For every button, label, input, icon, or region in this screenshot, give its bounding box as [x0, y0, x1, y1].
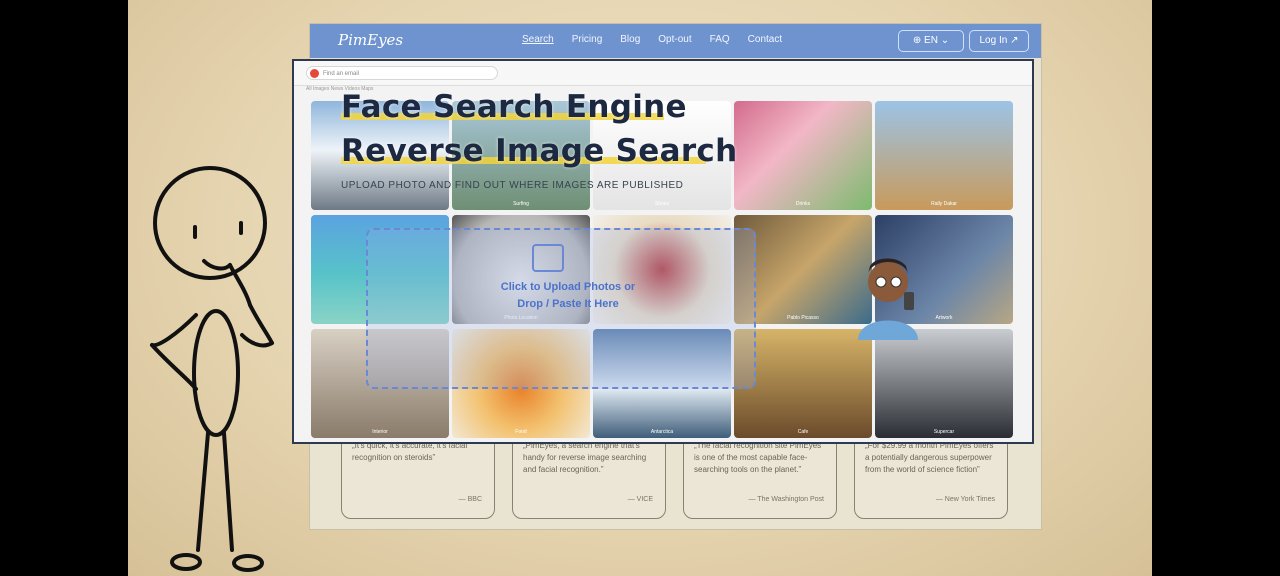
nav-link-contact[interactable]: Contact: [748, 34, 782, 45]
quote-text: „PimEyes, a search engine that's handy f…: [523, 441, 647, 474]
upload-dropzone[interactable]: Click to Upload Photos or Drop / Paste I…: [366, 228, 756, 389]
nav-links: Search Pricing Blog Opt-out FAQ Contact: [522, 34, 800, 45]
nav-link-blog[interactable]: Blog: [620, 34, 640, 45]
tile-caption: Food: [515, 429, 527, 435]
upload-instructions: Click to Upload Photos or Drop / Paste I…: [458, 279, 678, 313]
nav-link-optout[interactable]: Opt-out: [658, 34, 691, 45]
quote-source: — BBC: [458, 496, 482, 503]
quote-source: — New York Times: [935, 496, 995, 503]
tile-caption: Cafe: [797, 429, 809, 435]
hero-subtitle: UPLOAD PHOTO AND FIND OUT WHERE IMAGES A…: [341, 180, 684, 191]
site-navbar: PimEyes Search Pricing Blog Opt-out FAQ …: [310, 24, 1041, 58]
hero-title-line2: Reverse Image Search: [341, 133, 738, 169]
hero-title-line1: Face Search Engine: [341, 89, 687, 125]
quote-text: „The facial recognition site PimEyes is …: [694, 441, 822, 474]
stick-figure-illustration: [150, 166, 274, 572]
quote-source: — VICE: [627, 496, 653, 503]
tile-caption: Supercar: [933, 429, 955, 435]
login-label: Log In: [979, 35, 1008, 46]
image-result-tile[interactable]: Rally Dakar: [875, 101, 1013, 210]
browser-search-input[interactable]: Find an email: [306, 66, 498, 80]
image-result-tile[interactable]: Drinks: [734, 101, 872, 210]
tile-caption: Antarctica: [650, 429, 674, 435]
language-selector[interactable]: ⊕ EN ⌄: [898, 30, 964, 52]
google-icon: [310, 69, 319, 78]
tile-caption: Shoes: [654, 201, 670, 207]
arrow-up-right-icon: ↗: [1010, 35, 1019, 46]
tile-caption: Surfing: [513, 201, 529, 207]
login-button[interactable]: Log In ↗: [969, 30, 1029, 52]
image-result-tile[interactable]: Supercar: [875, 329, 1013, 438]
tile-caption: Interior: [372, 429, 388, 435]
nav-link-faq[interactable]: FAQ: [710, 34, 730, 45]
upload-line1: Click to Upload Photos or: [500, 281, 636, 293]
tile-caption: Rally Dakar: [931, 201, 957, 207]
nav-link-search[interactable]: Search: [522, 34, 554, 45]
quote-source: — The Washington Post: [748, 496, 824, 503]
browser-search-placeholder: Find an email: [323, 71, 360, 77]
cartoon-avatar-illustration: [858, 258, 918, 340]
upload-line2: Drop / Paste It Here: [517, 298, 619, 310]
site-logo[interactable]: PimEyes: [338, 31, 403, 49]
image-upload-icon: [532, 244, 564, 272]
tile-caption: Drinks: [795, 201, 811, 207]
globe-icon: ⊕: [912, 35, 922, 46]
language-label: EN: [924, 35, 938, 46]
browser-bar: Find an email: [294, 61, 1032, 86]
quote-text: „For $29.99 a month PimEyes offers a pot…: [865, 441, 994, 474]
chevron-down-icon: ⌄: [940, 35, 950, 46]
nav-link-pricing[interactable]: Pricing: [572, 34, 603, 45]
